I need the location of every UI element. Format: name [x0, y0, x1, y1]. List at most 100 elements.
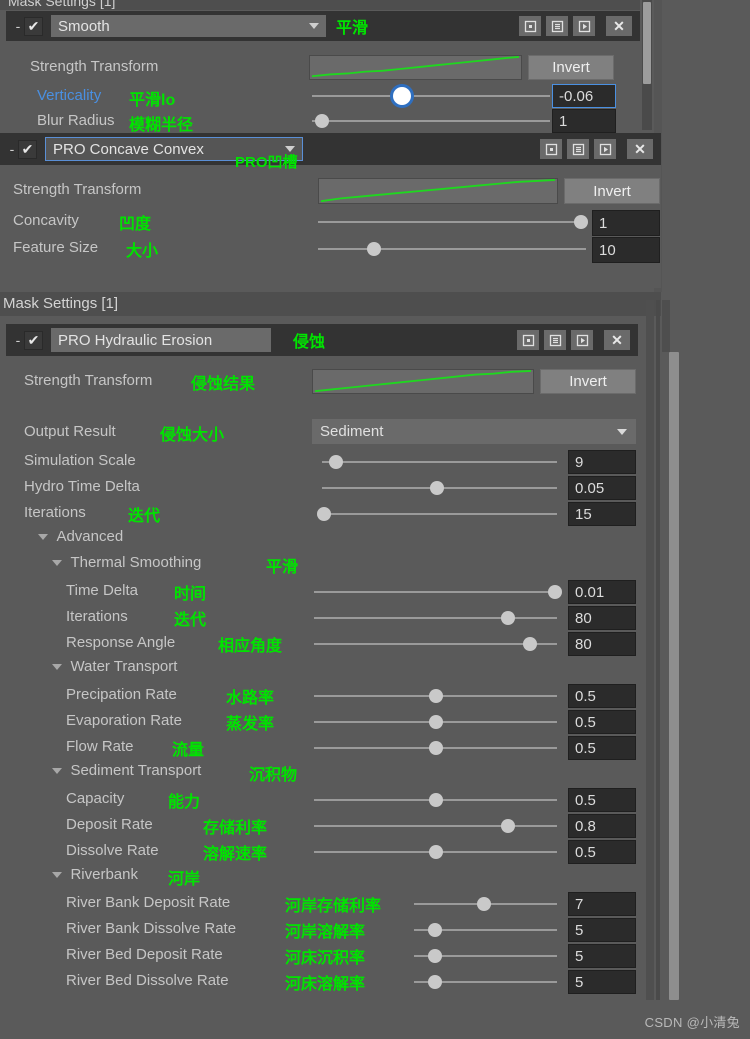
- erosion-invert-button[interactable]: Invert: [540, 369, 636, 394]
- concave-concavity-value[interactable]: 1: [592, 210, 660, 236]
- slider-knob[interactable]: [430, 481, 445, 495]
- thermal-iterations-slider[interactable]: [314, 605, 557, 631]
- erosion-scrollbar-outer[interactable]: [662, 300, 670, 352]
- river-bed-deposit-rate-value[interactable]: 5: [568, 944, 636, 968]
- panel-concave-header[interactable]: - ✔ PRO Concave Convex PRO凹槽 ✕: [0, 133, 661, 171]
- smooth-blur-radius-slider[interactable]: [312, 108, 550, 134]
- evaporation-rate-value[interactable]: 0.5: [568, 710, 636, 734]
- response-angle-value[interactable]: 80: [568, 632, 636, 656]
- slider-knob[interactable]: [501, 819, 516, 833]
- slider-knob[interactable]: [367, 242, 382, 256]
- chevron-down-icon[interactable]: [617, 428, 627, 435]
- river-bank-dissolve-rate-value[interactable]: 5: [568, 918, 636, 942]
- group-thermal-smoothing[interactable]: Thermal Smoothing: [52, 554, 201, 572]
- smooth-verticality-slider[interactable]: [312, 83, 550, 109]
- simulation-scale-slider[interactable]: [322, 449, 557, 475]
- collapse-toggle-icon[interactable]: -: [12, 332, 24, 348]
- time-delta-value[interactable]: 0.01: [568, 580, 636, 604]
- concave-feature-size-value[interactable]: 10: [592, 237, 660, 263]
- slider-knob[interactable]: [314, 114, 329, 128]
- time-delta-slider[interactable]: [314, 579, 562, 605]
- thermal-iterations-value[interactable]: 80: [568, 606, 636, 630]
- play-icon[interactable]: [571, 330, 593, 350]
- smooth-verticality-value[interactable]: -0.06: [552, 84, 616, 108]
- collapse-toggle-icon[interactable]: -: [6, 141, 18, 157]
- close-icon[interactable]: ✕: [627, 139, 653, 159]
- river-bed-deposit-rate-slider[interactable]: [414, 943, 557, 969]
- slider-knob[interactable]: [523, 637, 538, 651]
- list-icon[interactable]: [567, 139, 589, 159]
- slider-knob[interactable]: [573, 215, 588, 229]
- flow-rate-slider[interactable]: [314, 735, 557, 761]
- group-water-transport[interactable]: Water Transport: [52, 658, 177, 676]
- iterations-slider[interactable]: [317, 501, 557, 527]
- chevron-down-icon[interactable]: [52, 767, 62, 774]
- slider-knob[interactable]: [317, 507, 332, 521]
- river-bed-dissolve-rate-slider[interactable]: [414, 969, 557, 995]
- group-advanced[interactable]: Advanced: [38, 528, 123, 546]
- slider-knob[interactable]: [477, 897, 492, 911]
- slider-knob[interactable]: [428, 923, 443, 937]
- erosion-output-result-select[interactable]: Sediment: [312, 419, 636, 444]
- concave-concavity-slider[interactable]: [318, 209, 588, 235]
- concave-feature-size-slider[interactable]: [318, 236, 586, 262]
- concave-strength-curve[interactable]: [318, 178, 558, 204]
- simulation-scale-value[interactable]: 9: [568, 450, 636, 474]
- panel-scrollbar-thumb-top[interactable]: [643, 2, 651, 84]
- erosion-strength-curve[interactable]: [312, 369, 534, 394]
- smooth-invert-button[interactable]: Invert: [528, 55, 614, 80]
- capacity-value[interactable]: 0.5: [568, 788, 636, 812]
- collapse-toggle-icon[interactable]: -: [12, 18, 24, 34]
- chevron-down-icon[interactable]: [309, 23, 319, 29]
- slider-knob[interactable]: [428, 689, 443, 703]
- close-icon[interactable]: ✕: [606, 16, 632, 36]
- deposit-rate-slider[interactable]: [314, 813, 557, 839]
- panel-name-field[interactable]: Smooth: [51, 15, 326, 37]
- group-riverbank[interactable]: Riverbank: [52, 866, 138, 884]
- panel-smooth-header[interactable]: - ✔ Smooth 平滑 ✕: [6, 11, 640, 41]
- smooth-strength-curve[interactable]: [309, 55, 522, 80]
- chevron-down-icon[interactable]: [38, 533, 48, 540]
- slider-knob[interactable]: [547, 585, 562, 599]
- slider-knob[interactable]: [329, 455, 344, 469]
- slider-knob[interactable]: [428, 975, 443, 989]
- deposit-rate-value[interactable]: 0.8: [568, 814, 636, 838]
- chevron-down-icon[interactable]: [52, 871, 62, 878]
- precipation-rate-value[interactable]: 0.5: [568, 684, 636, 708]
- enable-checkbox[interactable]: ✔: [18, 139, 37, 159]
- hydro-time-delta-value[interactable]: 0.05: [568, 476, 636, 500]
- slider-knob[interactable]: [428, 793, 443, 807]
- preset-icon[interactable]: [540, 139, 562, 159]
- slider-knob[interactable]: [428, 949, 443, 963]
- list-icon[interactable]: [544, 330, 566, 350]
- list-icon[interactable]: [546, 16, 568, 36]
- enable-checkbox[interactable]: ✔: [24, 330, 43, 350]
- chevron-down-icon[interactable]: [52, 559, 62, 566]
- river-bed-dissolve-rate-value[interactable]: 5: [568, 970, 636, 994]
- river-bank-deposit-rate-slider[interactable]: [414, 891, 557, 917]
- erosion-scrollbar-track[interactable]: [646, 300, 654, 1000]
- river-bank-dissolve-rate-slider[interactable]: [414, 917, 557, 943]
- chevron-down-icon[interactable]: [52, 663, 62, 670]
- smooth-blur-radius-value[interactable]: 1: [552, 109, 616, 133]
- preset-icon[interactable]: [519, 16, 541, 36]
- precipation-rate-slider[interactable]: [314, 683, 557, 709]
- slider-knob[interactable]: [393, 87, 412, 105]
- river-bank-deposit-rate-value[interactable]: 7: [568, 892, 636, 916]
- dissolve-rate-value[interactable]: 0.5: [568, 840, 636, 864]
- panel-name-field[interactable]: PRO Hydraulic Erosion: [51, 328, 271, 352]
- erosion-header[interactable]: - ✔ PRO Hydraulic Erosion 侵蚀 ✕: [6, 324, 638, 356]
- concave-invert-button[interactable]: Invert: [564, 178, 660, 204]
- group-sediment-transport[interactable]: Sediment Transport: [52, 762, 201, 780]
- response-angle-slider[interactable]: [314, 631, 557, 657]
- erosion-scrollbar-track-inner[interactable]: [656, 300, 660, 1000]
- play-icon[interactable]: [594, 139, 616, 159]
- slider-knob[interactable]: [501, 611, 516, 625]
- play-icon[interactable]: [573, 16, 595, 36]
- capacity-slider[interactable]: [314, 787, 557, 813]
- slider-knob[interactable]: [428, 715, 443, 729]
- flow-rate-value[interactable]: 0.5: [568, 736, 636, 760]
- enable-checkbox[interactable]: ✔: [24, 16, 43, 36]
- slider-knob[interactable]: [428, 741, 443, 755]
- erosion-scrollbar-thumb[interactable]: [669, 352, 679, 1000]
